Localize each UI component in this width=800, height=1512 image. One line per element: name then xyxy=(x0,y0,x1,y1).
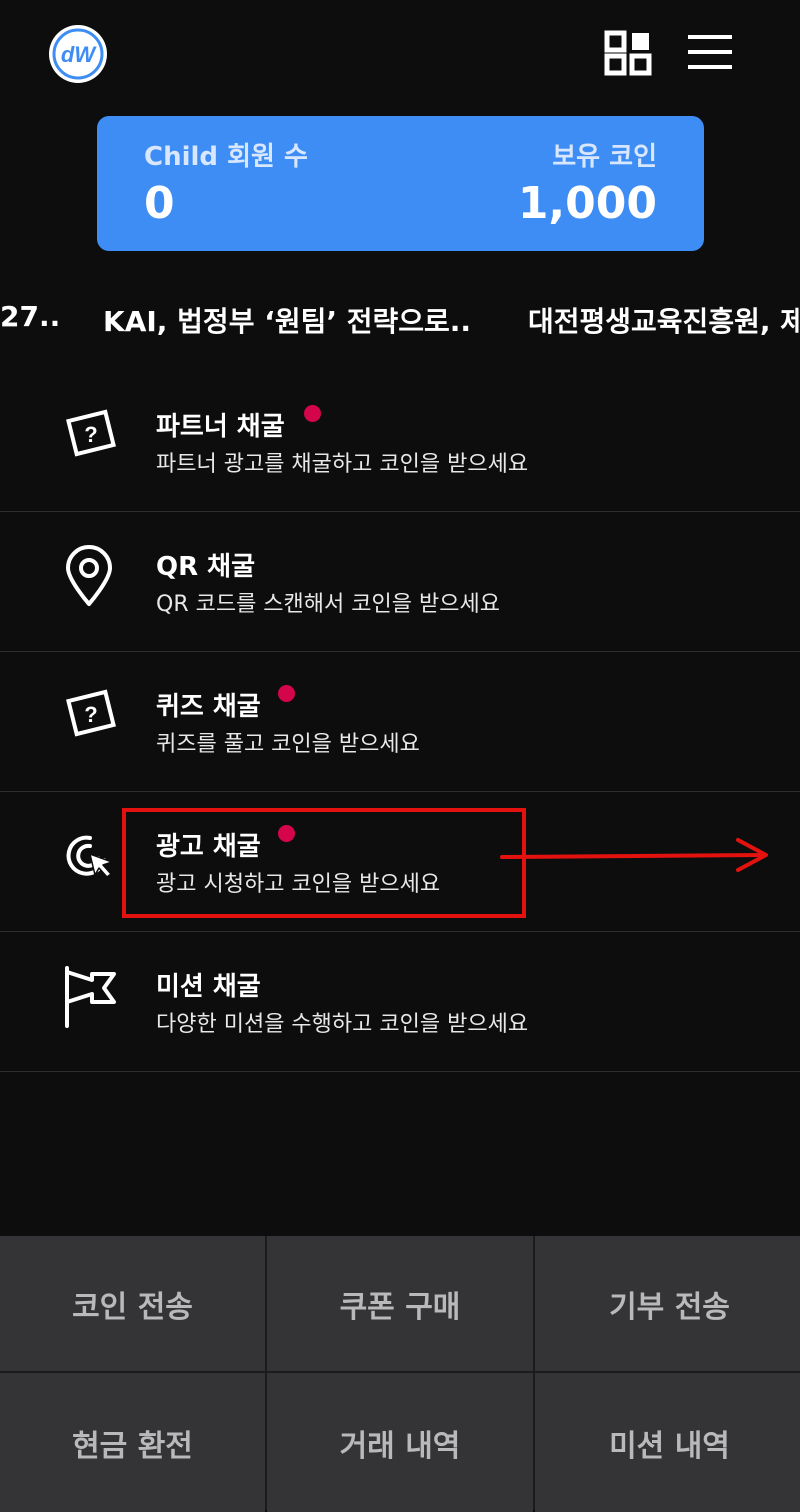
question-box-icon: ? xyxy=(62,404,120,468)
flag-icon xyxy=(62,964,120,1028)
svg-text:?: ? xyxy=(84,702,97,727)
logo-text: dW xyxy=(61,42,97,67)
partner-mining-row[interactable]: ? 파트너 채굴 파트너 광고를 채굴하고 코인을 받으세요 xyxy=(0,372,800,512)
question-box-icon: ? xyxy=(62,684,120,748)
mission-mining-row[interactable]: 미션 채굴 다양한 미션을 수행하고 코인을 받으세요 xyxy=(0,932,800,1072)
ticker-item[interactable]: KAI, 법정부 ‘원팀’ 전략으로.. xyxy=(103,300,471,340)
transaction-history-button[interactable]: 거래 내역 xyxy=(267,1373,533,1512)
mission-history-button[interactable]: 미션 내역 xyxy=(535,1373,800,1512)
mining-list: ? 파트너 채굴 파트너 광고를 채굴하고 코인을 받으세요 QR 채굴 QR … xyxy=(0,372,800,1072)
child-member-label: Child 회원 수 xyxy=(144,142,308,172)
row-title: 미션 채굴 xyxy=(156,972,261,1002)
quiz-mining-row[interactable]: ? 퀴즈 채굴 퀴즈를 풀고 코인을 받으세요 xyxy=(0,652,800,792)
location-pin-icon xyxy=(62,544,120,608)
bottom-action-grid: 코인 전송 쿠폰 구매 기부 전송 현금 환전 거래 내역 미션 내역 xyxy=(0,1236,800,1512)
coin-balance-value: 1,000 xyxy=(517,178,657,229)
row-title: 파트너 채굴 xyxy=(156,412,285,442)
row-description: 파트너 광고를 채굴하고 코인을 받으세요 xyxy=(156,452,529,477)
ticker-item[interactable]: 대전평생교육진흥원, 제 xyxy=(528,300,800,340)
donation-send-button[interactable]: 기부 전송 xyxy=(535,1236,800,1371)
new-badge-dot xyxy=(278,685,295,702)
news-ticker[interactable]: 27.. KAI, 법정부 ‘원팀’ 전략으로.. 대전평생교육진흥원, 제 xyxy=(0,290,800,350)
qr-mining-row[interactable]: QR 채굴 QR 코드를 스캔해서 코인을 받으세요 xyxy=(0,512,800,652)
highlight-box xyxy=(122,808,526,918)
dw-logo[interactable]: dW xyxy=(47,23,109,85)
click-cursor-icon xyxy=(62,824,120,888)
cash-exchange-button[interactable]: 현금 환전 xyxy=(0,1373,265,1512)
row-description: 퀴즈를 풀고 코인을 받으세요 xyxy=(156,732,420,757)
row-title: QR 채굴 xyxy=(156,552,256,582)
hamburger-menu-icon[interactable] xyxy=(688,32,732,72)
grid-icon[interactable] xyxy=(604,30,652,76)
svg-text:?: ? xyxy=(84,422,97,447)
coupon-buy-button[interactable]: 쿠폰 구매 xyxy=(267,1236,533,1371)
child-member-count: 0 xyxy=(144,178,175,229)
new-badge-dot xyxy=(304,405,321,422)
row-description: QR 코드를 스캔해서 코인을 받으세요 xyxy=(156,592,500,617)
stats-card: Child 회원 수 0 보유 코인 1,000 xyxy=(97,116,704,251)
top-bar: dW xyxy=(0,0,800,110)
ticker-item[interactable]: 27.. xyxy=(0,300,60,333)
coin-send-button[interactable]: 코인 전송 xyxy=(0,1236,265,1371)
coin-balance-label: 보유 코인 xyxy=(552,142,657,172)
right-arrow-icon xyxy=(500,832,780,882)
row-title: 퀴즈 채굴 xyxy=(156,692,261,722)
row-description: 다양한 미션을 수행하고 코인을 받으세요 xyxy=(156,1012,529,1037)
